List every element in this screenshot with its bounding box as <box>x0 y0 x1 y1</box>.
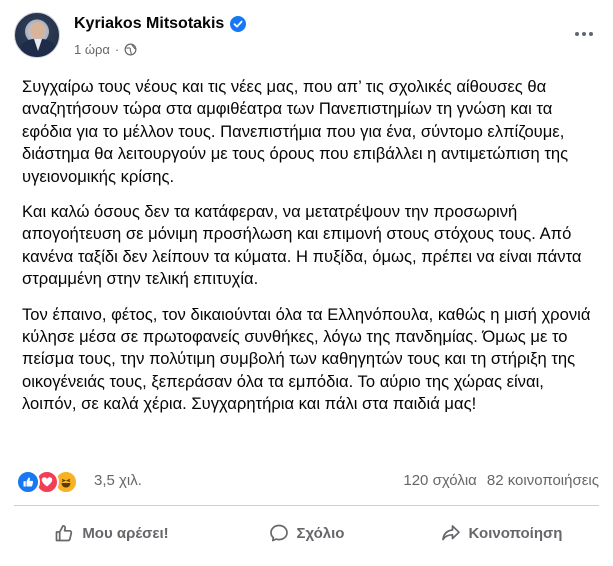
dot-icon <box>589 32 593 36</box>
post-paragraph: Και καλώ όσους δεν τα κατάφεραν, να μετα… <box>22 202 582 289</box>
share-arrow-icon <box>441 525 460 541</box>
divider <box>14 505 599 506</box>
author-name[interactable]: Kyriakos Mitsotakis <box>74 15 224 33</box>
post-body: Συγχαίρω τους νέους και τις νέες μας, πο… <box>22 76 602 429</box>
share-label: Κοινοποίηση <box>468 524 563 542</box>
dot-icon <box>575 32 579 36</box>
reaction-icons[interactable] <box>16 470 78 494</box>
dot-icon <box>582 32 586 36</box>
comment-icon <box>269 524 288 542</box>
verified-badge-icon <box>230 16 247 32</box>
post-paragraph: Συγχαίρω τους νέους και τις νέες μας, πο… <box>22 77 569 186</box>
post-stats: 120 σχόλια 82 κοινοποιήσεις <box>403 472 599 489</box>
comments-count[interactable]: 120 σχόλια <box>403 472 476 489</box>
comment-button[interactable]: Σχόλιο <box>209 511 404 555</box>
post-actions: Μου αρέσει! Σχόλιο Κοινοποίηση <box>14 511 599 555</box>
post-timestamp[interactable]: 1 ώρα <box>74 42 110 57</box>
globe-icon[interactable] <box>124 43 137 56</box>
shares-count[interactable]: 82 κοινοποιήσεις <box>487 472 599 489</box>
meta-separator: · <box>114 42 120 57</box>
thumbs-up-icon <box>55 524 73 542</box>
share-button[interactable]: Κοινοποίηση <box>404 511 599 555</box>
comment-label: Σχόλιο <box>296 524 345 542</box>
like-icon <box>16 470 40 494</box>
like-label: Μου αρέσει! <box>82 524 169 542</box>
post-header: Kyriakos Mitsotakis 1 ώρα · <box>14 12 599 68</box>
post-meta: 1 ώρα · <box>74 42 137 57</box>
more-options-button[interactable] <box>569 24 599 44</box>
reactions-count[interactable]: 3,5 χιλ. <box>94 472 142 489</box>
like-button[interactable]: Μου αρέσει! <box>14 511 209 555</box>
facebook-post-card: Kyriakos Mitsotakis 1 ώρα · Συγχαίρω του… <box>0 0 613 566</box>
engagement-bar: 3,5 χιλ. 120 σχόλια 82 κοινοποιήσεις <box>16 470 599 494</box>
author-avatar[interactable] <box>14 12 60 58</box>
post-paragraph: Τον έπαινο, φέτος, τον δικαιούνται όλα τ… <box>22 304 591 414</box>
